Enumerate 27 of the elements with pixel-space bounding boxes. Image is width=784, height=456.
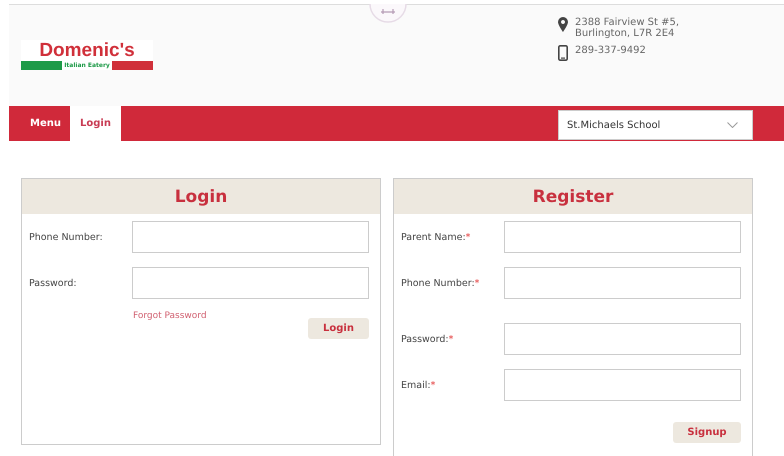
field-label: Email:*: [401, 380, 436, 390]
field-label: Parent Name:*: [401, 232, 470, 242]
field-label: Password:: [29, 278, 77, 288]
signup-button[interactable]: Signup: [673, 422, 741, 443]
nav-tab[interactable]: Login: [70, 106, 121, 141]
input-field[interactable]: [132, 221, 369, 253]
input-field[interactable]: [504, 267, 741, 299]
forgot-password-link[interactable]: Forgot Password: [133, 311, 207, 321]
field-label: Password:*: [401, 334, 454, 344]
school-select[interactable]: St.Michaels School: [558, 110, 753, 140]
location-pin-icon: [558, 17, 568, 32]
input-field[interactable]: [504, 221, 741, 253]
input-field[interactable]: [132, 267, 369, 299]
input-field[interactable]: [504, 323, 741, 355]
panel-title: Register: [394, 179, 752, 214]
mobile-phone-icon: [558, 45, 568, 61]
phone-number: 289-337-9492: [575, 45, 646, 56]
address-line: Burlington, L7R 2E4: [575, 28, 676, 39]
input-field[interactable]: [504, 369, 741, 401]
field-label: Phone Number:*: [401, 278, 480, 288]
panel-title: Login: [22, 179, 380, 214]
login-button[interactable]: Login: [308, 318, 369, 339]
logo-name: Domenic's: [39, 40, 135, 61]
nav-tab[interactable]: Menu: [9, 106, 70, 141]
chevron-down-icon: [727, 122, 738, 128]
address-line: 2388 Fairview St #5,: [575, 17, 680, 28]
field-label: Phone Number:: [29, 232, 103, 242]
